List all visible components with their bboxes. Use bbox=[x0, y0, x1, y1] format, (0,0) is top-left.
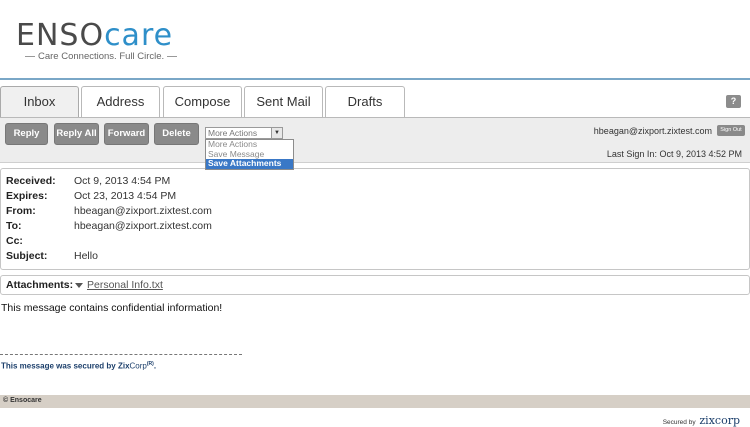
message-toolbar: Reply Reply All Forward Delete More Acti… bbox=[0, 117, 750, 163]
zix-brand: Zix bbox=[117, 361, 130, 371]
mail-tabs: Inbox Address Compose Sent Mail Drafts bbox=[0, 86, 750, 118]
cc-label: Cc: bbox=[6, 235, 23, 247]
attachment-link[interactable]: Personal Info.txt bbox=[87, 279, 163, 291]
expires-label: Expires: bbox=[6, 190, 48, 202]
footer-bar: © Ensocare bbox=[0, 395, 750, 408]
logo-suffix: care bbox=[104, 18, 174, 53]
tab-sent-mail[interactable]: Sent Mail bbox=[244, 86, 323, 118]
message-body: This message contains confidential infor… bbox=[1, 302, 223, 314]
delete-button[interactable]: Delete bbox=[154, 123, 199, 145]
dropdown-option-save-attachments[interactable]: Save Attachments bbox=[206, 158, 293, 169]
last-sign-in: Last Sign In: Oct 9, 2013 4:52 PM bbox=[606, 149, 742, 159]
chevron-down-icon[interactable]: ▼ bbox=[271, 128, 282, 138]
more-actions-dropdown: More Actions Save Message Save Attachmen… bbox=[205, 139, 294, 170]
footer-copyright: © Ensocare bbox=[3, 397, 42, 404]
forward-button[interactable]: Forward bbox=[104, 123, 149, 145]
sign-out-button[interactable]: Sign Out bbox=[717, 125, 745, 136]
header-divider bbox=[0, 78, 750, 80]
ensocare-logo: ENSOcare Care Connections. Full Circle. bbox=[16, 18, 216, 64]
user-email: hbeagan@zixport.zixtest.com bbox=[593, 126, 712, 136]
help-button[interactable]: ? bbox=[726, 95, 741, 108]
logo-prefix: ENSO bbox=[16, 18, 105, 53]
attachments-box: Attachments: Personal Info.txt bbox=[0, 275, 750, 295]
secured-by-label: Secured by bbox=[662, 419, 696, 426]
tab-drafts[interactable]: Drafts bbox=[325, 86, 405, 118]
signature-divider bbox=[0, 354, 242, 355]
secured-note-prefix: This message was secured by bbox=[1, 361, 118, 371]
logo-tagline: Care Connections. Full Circle. bbox=[22, 51, 180, 62]
reply-button[interactable]: Reply bbox=[5, 123, 48, 145]
tab-address[interactable]: Address bbox=[81, 86, 160, 118]
from-value: hbeagan@zixport.zixtest.com bbox=[74, 205, 212, 217]
registered-mark: (R) bbox=[146, 361, 154, 367]
logo-wordmark: ENSOcare bbox=[16, 18, 173, 54]
subject-value: Hello bbox=[74, 250, 98, 262]
expires-value: Oct 23, 2013 4:54 PM bbox=[74, 190, 177, 202]
reply-all-button[interactable]: Reply All bbox=[54, 123, 99, 145]
more-actions-select[interactable]: More Actions ▼ bbox=[205, 127, 283, 139]
corp-brand: Corp bbox=[129, 361, 147, 371]
received-label: Received: bbox=[6, 175, 56, 187]
to-label: To: bbox=[6, 220, 22, 232]
from-label: From: bbox=[6, 205, 36, 217]
zixcorp-logo: zixcorp bbox=[699, 414, 740, 427]
tab-compose[interactable]: Compose bbox=[163, 86, 242, 118]
tab-inbox[interactable]: Inbox bbox=[0, 86, 79, 118]
secured-by-badge: Secured by zixcorp bbox=[663, 414, 740, 427]
more-actions-value: More Actions bbox=[208, 128, 258, 138]
secured-note-suffix: . bbox=[153, 361, 157, 371]
received-value: Oct 9, 2013 4:54 PM bbox=[74, 175, 171, 187]
to-value: hbeagan@zixport.zixtest.com bbox=[74, 220, 212, 232]
secured-message-note: This message was secured by ZixCorp(R). bbox=[1, 361, 156, 371]
attachments-label: Attachments: bbox=[6, 279, 74, 291]
subject-label: Subject: bbox=[6, 250, 48, 262]
expand-triangle-icon[interactable] bbox=[75, 283, 83, 288]
message-header-box: Received: Oct 9, 2013 4:54 PM Expires: O… bbox=[0, 168, 750, 270]
